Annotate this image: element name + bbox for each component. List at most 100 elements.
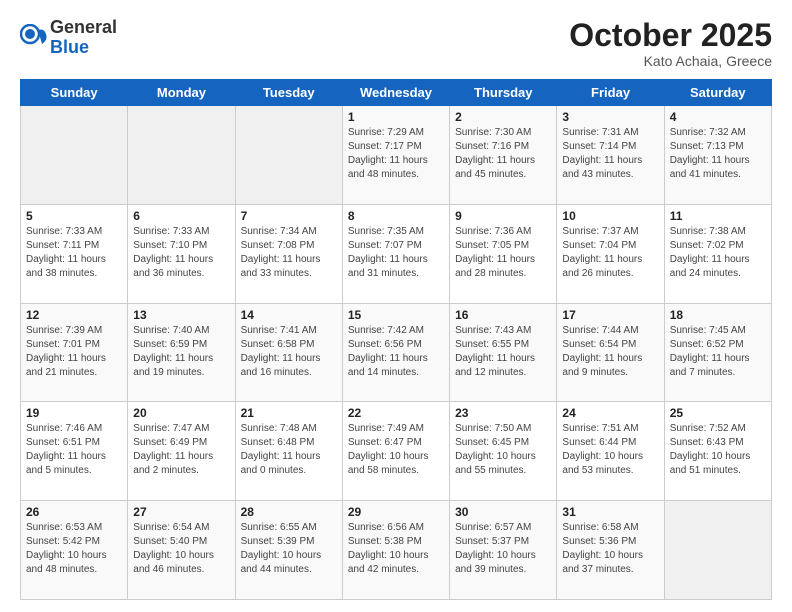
calendar-cell: 28 Sunrise: 6:55 AMSunset: 5:39 PMDayligh… [235,501,342,600]
day-number: 19 [26,406,122,420]
day-info: Sunrise: 7:39 AMSunset: 7:01 PMDaylight:… [26,324,122,380]
calendar-cell: 29 Sunrise: 6:56 AMSunset: 5:38 PMDayligh… [342,501,449,600]
day-info: Sunrise: 7:48 AMSunset: 6:48 PMDaylight:… [241,422,337,478]
day-info: Sunrise: 7:35 AMSunset: 7:07 PMDaylight:… [348,225,444,281]
day-number: 28 [241,505,337,519]
day-number: 12 [26,308,122,322]
calendar-table: SundayMondayTuesdayWednesdayThursdayFrid… [20,79,772,600]
logo-icon [20,24,48,52]
day-number: 2 [455,110,551,124]
calendar-cell: 2 Sunrise: 7:30 AMSunset: 7:16 PMDaylight… [450,106,557,205]
day-number: 13 [133,308,229,322]
day-number: 16 [455,308,551,322]
calendar-week-row: 12 Sunrise: 7:39 AMSunset: 7:01 PMDayligh… [21,303,772,402]
day-number: 23 [455,406,551,420]
day-info: Sunrise: 7:29 AMSunset: 7:17 PMDaylight:… [348,126,444,182]
calendar-cell: 18Sunrise: 7:45 AMSunset: 6:52 PMDayligh… [664,303,771,402]
calendar-cell: 26Sunrise: 6:53 AMSunset: 5:42 PMDayligh… [21,501,128,600]
day-number: 4 [670,110,766,124]
calendar-cell: 10Sunrise: 7:37 AMSunset: 7:04 PMDayligh… [557,204,664,303]
calendar-cell [128,106,235,205]
day-info: Sunrise: 6:56 AMSunset: 5:38 PMDaylight:… [348,521,444,577]
day-number: 1 [348,110,444,124]
calendar-cell: 15Sunrise: 7:42 AMSunset: 6:56 PMDayligh… [342,303,449,402]
day-of-week-header: Saturday [664,80,771,106]
location: Kato Achaia, Greece [569,53,772,69]
page: General Blue October 2025 Kato Achaia, G… [0,0,792,612]
day-info: Sunrise: 7:41 AMSunset: 6:58 PMDaylight:… [241,324,337,380]
day-info: Sunrise: 7:44 AMSunset: 6:54 PMDaylight:… [562,324,658,380]
calendar-cell [664,501,771,600]
calendar-cell: 23 Sunrise: 7:50 AMSunset: 6:45 PMDayligh… [450,402,557,501]
day-info: Sunrise: 6:53 AMSunset: 5:42 PMDaylight:… [26,521,122,577]
day-info: Sunrise: 7:52 AMSunset: 6:43 PMDaylight:… [670,422,766,478]
day-number: 5 [26,209,122,223]
logo-blue-text: Blue [50,37,89,57]
calendar-cell [21,106,128,205]
day-info: Sunrise: 7:31 AMSunset: 7:14 PMDaylight:… [562,126,658,182]
calendar-cell: 25 Sunrise: 7:52 AMSunset: 6:43 PMDayligh… [664,402,771,501]
calendar-cell: 6Sunrise: 7:33 AMSunset: 7:10 PMDaylight… [128,204,235,303]
day-info: Sunrise: 7:33 AMSunset: 7:10 PMDaylight:… [133,225,229,281]
day-number: 27 [133,505,229,519]
calendar-header-row: SundayMondayTuesdayWednesdayThursdayFrid… [21,80,772,106]
header: General Blue October 2025 Kato Achaia, G… [20,18,772,69]
calendar-cell: 20 Sunrise: 7:47 AMSunset: 6:49 PMDayligh… [128,402,235,501]
day-number: 25 [670,406,766,420]
calendar-cell: 3Sunrise: 7:31 AMSunset: 7:14 PMDaylight… [557,106,664,205]
calendar-cell: 11 Sunrise: 7:38 AMSunset: 7:02 PMDayligh… [664,204,771,303]
day-info: Sunrise: 7:40 AMSunset: 6:59 PMDaylight:… [133,324,229,380]
day-of-week-header: Wednesday [342,80,449,106]
calendar-cell: 4 Sunrise: 7:32 AMSunset: 7:13 PMDaylight… [664,106,771,205]
day-of-week-header: Friday [557,80,664,106]
calendar-cell: 8 Sunrise: 7:35 AMSunset: 7:07 PMDaylight… [342,204,449,303]
day-number: 30 [455,505,551,519]
calendar-cell: 9Sunrise: 7:36 AMSunset: 7:05 PMDaylight… [450,204,557,303]
calendar-cell: 17Sunrise: 7:44 AMSunset: 6:54 PMDayligh… [557,303,664,402]
calendar-cell: 30 Sunrise: 6:57 AMSunset: 5:37 PMDayligh… [450,501,557,600]
day-of-week-header: Tuesday [235,80,342,106]
day-info: Sunrise: 7:32 AMSunset: 7:13 PMDaylight:… [670,126,766,182]
calendar-body: 1 Sunrise: 7:29 AMSunset: 7:17 PMDaylight… [21,106,772,600]
calendar-cell: 1 Sunrise: 7:29 AMSunset: 7:17 PMDaylight… [342,106,449,205]
day-of-week-header: Monday [128,80,235,106]
day-info: Sunrise: 7:30 AMSunset: 7:16 PMDaylight:… [455,126,551,182]
day-info: Sunrise: 7:36 AMSunset: 7:05 PMDaylight:… [455,225,551,281]
calendar-cell: 16 Sunrise: 7:43 AMSunset: 6:55 PMDayligh… [450,303,557,402]
day-info: Sunrise: 7:49 AMSunset: 6:47 PMDaylight:… [348,422,444,478]
day-number: 10 [562,209,658,223]
calendar-week-row: 1 Sunrise: 7:29 AMSunset: 7:17 PMDaylight… [21,106,772,205]
day-of-week-header: Sunday [21,80,128,106]
day-info: Sunrise: 6:55 AMSunset: 5:39 PMDaylight:… [241,521,337,577]
day-number: 24 [562,406,658,420]
day-number: 20 [133,406,229,420]
day-number: 14 [241,308,337,322]
calendar-cell: 13 Sunrise: 7:40 AMSunset: 6:59 PMDayligh… [128,303,235,402]
day-number: 11 [670,209,766,223]
day-number: 31 [562,505,658,519]
day-number: 8 [348,209,444,223]
day-info: Sunrise: 7:34 AMSunset: 7:08 PMDaylight:… [241,225,337,281]
day-info: Sunrise: 7:33 AMSunset: 7:11 PMDaylight:… [26,225,122,281]
day-info: Sunrise: 7:50 AMSunset: 6:45 PMDaylight:… [455,422,551,478]
day-info: Sunrise: 6:58 AMSunset: 5:36 PMDaylight:… [562,521,658,577]
day-info: Sunrise: 6:57 AMSunset: 5:37 PMDaylight:… [455,521,551,577]
calendar-week-row: 26Sunrise: 6:53 AMSunset: 5:42 PMDayligh… [21,501,772,600]
day-info: Sunrise: 7:47 AMSunset: 6:49 PMDaylight:… [133,422,229,478]
month-title: October 2025 [569,18,772,53]
day-info: Sunrise: 7:43 AMSunset: 6:55 PMDaylight:… [455,324,551,380]
calendar-cell: 7Sunrise: 7:34 AMSunset: 7:08 PMDaylight… [235,204,342,303]
logo-text: General Blue [50,18,117,58]
day-number: 29 [348,505,444,519]
day-info: Sunrise: 7:42 AMSunset: 6:56 PMDaylight:… [348,324,444,380]
calendar-cell: 12 Sunrise: 7:39 AMSunset: 7:01 PMDayligh… [21,303,128,402]
day-info: Sunrise: 6:54 AMSunset: 5:40 PMDaylight:… [133,521,229,577]
calendar-cell: 24 Sunrise: 7:51 AMSunset: 6:44 PMDayligh… [557,402,664,501]
day-info: Sunrise: 7:38 AMSunset: 7:02 PMDaylight:… [670,225,766,281]
calendar-cell: 19Sunrise: 7:46 AMSunset: 6:51 PMDayligh… [21,402,128,501]
calendar-cell [235,106,342,205]
calendar-cell: 22Sunrise: 7:49 AMSunset: 6:47 PMDayligh… [342,402,449,501]
day-info: Sunrise: 7:51 AMSunset: 6:44 PMDaylight:… [562,422,658,478]
calendar-week-row: 5 Sunrise: 7:33 AMSunset: 7:11 PMDaylight… [21,204,772,303]
calendar-cell: 5 Sunrise: 7:33 AMSunset: 7:11 PMDaylight… [21,204,128,303]
